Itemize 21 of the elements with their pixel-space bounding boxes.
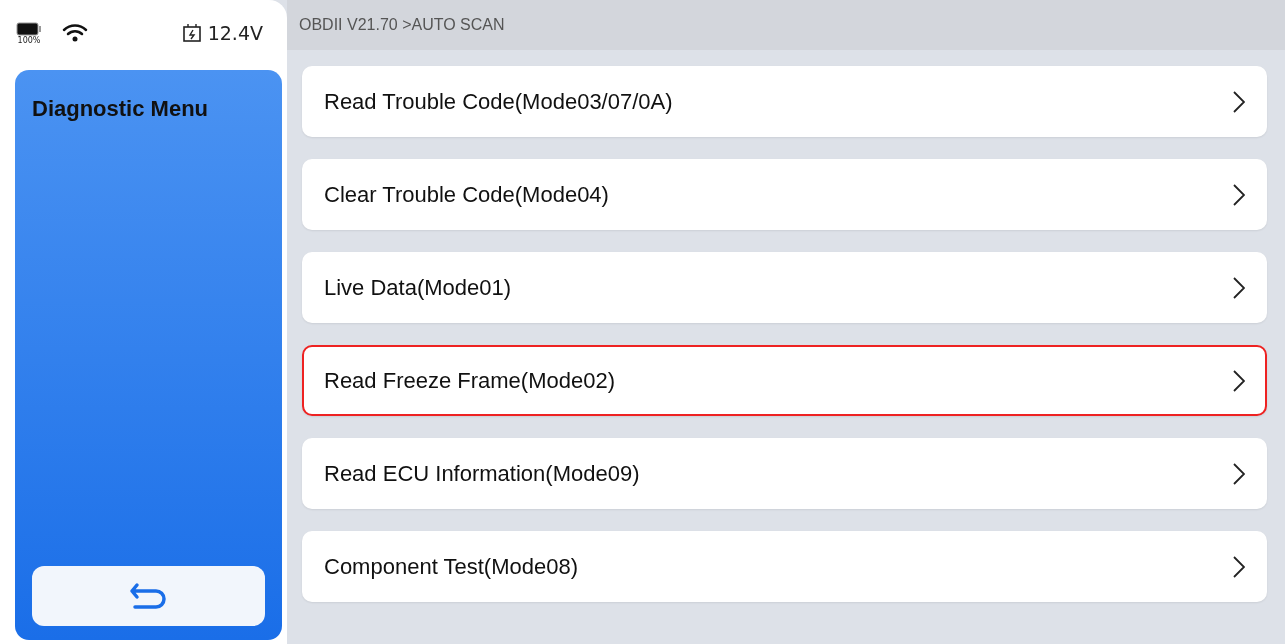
menu-item[interactable]: Component Test(Mode08)	[302, 531, 1267, 602]
menu-item[interactable]: Live Data(Mode01)	[302, 252, 1267, 323]
sidebar-title: Diagnostic Menu	[32, 96, 209, 122]
breadcrumb: OBDII V21.70 >AUTO SCAN	[299, 16, 505, 34]
chevron-icon	[1233, 369, 1245, 392]
battery-icon	[16, 21, 42, 36]
battery-level: 100%	[17, 35, 41, 45]
chevron-icon	[1233, 276, 1245, 299]
menu-item[interactable]: Read Trouble Code(Mode03/07/0A)	[302, 66, 1267, 137]
voltage-reading: 12.4V	[207, 22, 263, 44]
chevron-icon	[1233, 90, 1245, 113]
menu-item[interactable]: Clear Trouble Code(Mode04)	[302, 159, 1267, 230]
chevron-icon	[1233, 555, 1245, 578]
battery-voltage-icon	[181, 23, 202, 43]
wifi-icon	[62, 23, 88, 43]
chevron-icon	[1233, 462, 1245, 485]
back-icon	[128, 582, 169, 610]
back-button[interactable]	[32, 566, 265, 626]
menu-item[interactable]: Read Freeze Frame(Mode02)	[302, 345, 1267, 416]
chevron-icon	[1233, 183, 1245, 206]
menu-item[interactable]: Read ECU Information(Mode09)	[302, 438, 1267, 509]
